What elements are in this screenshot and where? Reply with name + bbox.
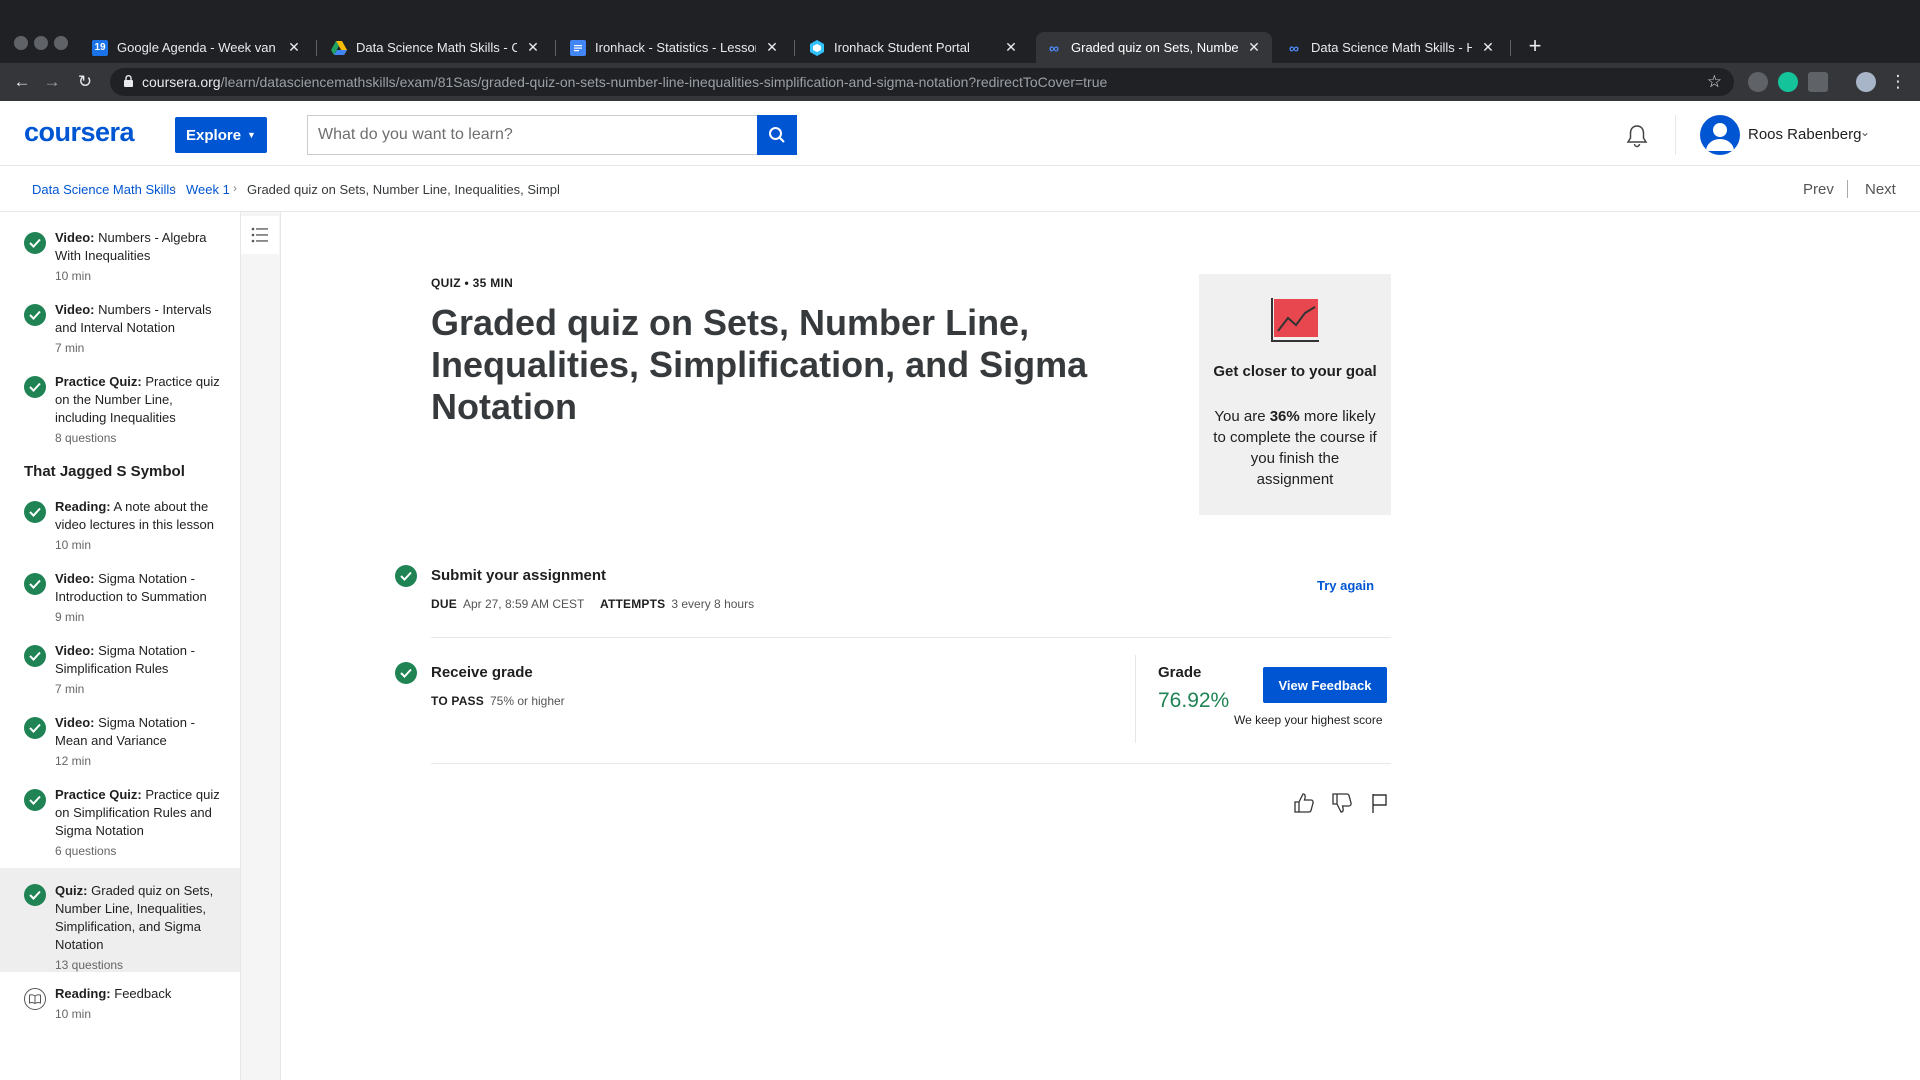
browser-tab-google-agenda[interactable]: 19 Google Agenda - Week van 13 ✕ (82, 32, 312, 63)
completed-check-icon (395, 662, 417, 684)
grade-label: Grade (1158, 664, 1202, 681)
tab-title: Data Science Math Skills - Hon (1311, 40, 1472, 55)
sidebar-section-heading: That Jagged S Symbol (24, 463, 185, 480)
grade-value: 76.92% (1158, 689, 1230, 712)
address-bar[interactable]: coursera.org/learn/datasciencemathskills… (110, 68, 1734, 96)
close-icon[interactable]: ✕ (1003, 39, 1019, 56)
browser-menu-icon[interactable]: ⋮ (1888, 72, 1908, 92)
sidebar-item[interactable]: Practice Quiz: Practice quiz on the Numb… (0, 373, 240, 447)
window-minimize-dot[interactable] (34, 36, 48, 50)
sidebar-toggle-button[interactable] (241, 216, 279, 254)
window-close-dot[interactable] (14, 36, 28, 50)
avatar[interactable] (1700, 115, 1740, 155)
google-docs-icon (570, 39, 586, 56)
completed-check-icon (24, 884, 46, 906)
search-button[interactable] (757, 115, 797, 155)
coursera-logo[interactable]: coursera (24, 117, 135, 148)
sidebar-item[interactable]: Reading: A note about the video lectures… (0, 498, 240, 554)
breadcrumb-current: Graded quiz on Sets, Number Line, Inequa… (247, 182, 560, 197)
breadcrumb: Data Science Math Skills › Week 1 › Grad… (0, 166, 1920, 212)
sidebar-item[interactable]: Video: Numbers - Algebra With Inequaliti… (0, 229, 240, 285)
highest-score-note: We keep your highest score (1234, 713, 1383, 727)
tab-title: Data Science Math Skills - Cou (356, 40, 517, 55)
browser-tab-ironhack-portal[interactable]: Ironhack Student Portal ✕ (799, 32, 1029, 63)
ironhack-icon (809, 39, 825, 56)
chevron-right-icon: › (172, 181, 176, 195)
grammarly-icon[interactable] (1778, 72, 1798, 92)
google-drive-icon (331, 40, 347, 56)
bookmark-star-icon[interactable]: ☆ (1707, 72, 1722, 92)
due-date: DUE Apr 27, 8:59 AM CEST (431, 597, 585, 611)
thumbs-up-icon[interactable] (1293, 792, 1315, 814)
calendar-icon: 19 (92, 39, 108, 56)
search-input[interactable]: What do you want to learn? (307, 115, 758, 155)
breadcrumb-week[interactable]: Week 1 (186, 182, 230, 197)
tab-title: Ironhack Student Portal (834, 40, 970, 55)
tab-title: Graded quiz on Sets, Number L (1071, 40, 1238, 55)
page-title: Graded quiz on Sets, Number Line, Inequa… (431, 302, 1088, 427)
browser-tab-data-science-home[interactable]: ∞ Data Science Math Skills - Hon ✕ (1276, 32, 1506, 63)
back-icon[interactable]: ← (12, 72, 32, 92)
close-icon[interactable]: ✕ (1480, 39, 1496, 56)
url-text: coursera.org/learn/datasciencemathskills… (142, 74, 1108, 90)
goal-body: You are 36% more likely to complete the … (1213, 408, 1377, 488)
sidebar-item[interactable]: Video: Sigma Notation - Simplification R… (0, 642, 240, 698)
next-link[interactable]: Next (1865, 181, 1896, 198)
lock-icon (124, 75, 133, 87)
sidebar-toggle-column (241, 212, 281, 1080)
view-feedback-button[interactable]: View Feedback (1263, 667, 1387, 703)
browser-tab-ironhack-statistics[interactable]: Ironhack - Statistics - Lessons ✕ (560, 32, 790, 63)
browser-tab-bar: 19 Google Agenda - Week van 13 ✕ Data Sc… (0, 0, 1920, 63)
sidebar-item[interactable]: Video: Sigma Notation - Mean and Varianc… (0, 714, 240, 770)
trend-chart-icon (1271, 298, 1319, 342)
course-sidebar: Video: Numbers - Algebra With Inequaliti… (0, 212, 241, 1080)
attempts-info: ATTEMPTS 3 every 8 hours (600, 597, 755, 611)
prev-link[interactable]: Prev (1803, 181, 1834, 198)
site-header: coursera Explore ▼ What do you want to l… (0, 101, 1920, 166)
sidebar-item[interactable]: Practice Quiz: Practice quiz on Simplifi… (0, 786, 240, 860)
tab-title: Ironhack - Statistics - Lessons (595, 40, 756, 55)
search-icon (769, 127, 785, 143)
try-again-link[interactable]: Try again (1317, 578, 1374, 593)
coursera-icon: ∞ (1289, 39, 1299, 56)
goal-title: Get closer to your goal (1213, 363, 1377, 380)
chevron-right-icon: › (233, 181, 237, 195)
receive-grade-title: Receive grade (431, 664, 533, 681)
browser-toolbar: ← → ↻ coursera.org/learn/datasciencemath… (0, 63, 1920, 101)
pass-threshold: TO PASS 75% or higher (431, 694, 565, 708)
tab-title: Google Agenda - Week van 13 (117, 40, 278, 55)
profile-avatar-icon[interactable] (1856, 72, 1876, 92)
browser-tab-graded-quiz[interactable]: ∞ Graded quiz on Sets, Number L ✕ (1036, 32, 1272, 63)
goal-card: Get closer to your goal You are 36% more… (1199, 274, 1391, 515)
thumbs-down-icon[interactable] (1331, 792, 1353, 814)
notification-bell-icon[interactable] (1624, 123, 1650, 149)
browser-tab-data-science-drive[interactable]: Data Science Math Skills - Cou ✕ (321, 32, 551, 63)
close-icon[interactable]: ✕ (1246, 39, 1262, 56)
sidebar-item[interactable]: Video: Numbers - Intervals and Interval … (0, 301, 240, 357)
close-icon[interactable]: ✕ (764, 39, 780, 56)
item-type-duration: QUIZ • 35 MIN (431, 276, 514, 290)
extension-icon[interactable] (1808, 72, 1828, 92)
flag-icon[interactable] (1369, 792, 1391, 814)
breadcrumb-course[interactable]: Data Science Math Skills (32, 182, 176, 197)
sidebar-item[interactable]: Video: Sigma Notation - Introduction to … (0, 570, 240, 626)
extension-icon[interactable] (1748, 72, 1768, 92)
coursera-icon: ∞ (1049, 39, 1059, 56)
submit-assignment-title: Submit your assignment (431, 567, 607, 584)
list-icon (251, 227, 268, 243)
chevron-down-icon[interactable]: ⌄ (1860, 125, 1870, 139)
close-icon[interactable]: ✕ (286, 39, 302, 56)
completed-check-icon (395, 565, 417, 587)
user-name[interactable]: Roos Rabenberg (1748, 126, 1861, 143)
new-tab-button[interactable]: + (1524, 35, 1546, 58)
forward-icon[interactable]: → (42, 72, 62, 92)
explore-button[interactable]: Explore ▼ (175, 117, 267, 153)
chevron-down-icon: ▼ (247, 130, 256, 140)
window-zoom-dot[interactable] (54, 36, 68, 50)
reload-icon[interactable]: ↻ (75, 72, 95, 92)
sidebar-item[interactable]: Reading: Feedback 10 min (0, 985, 240, 1023)
close-icon[interactable]: ✕ (525, 39, 541, 56)
